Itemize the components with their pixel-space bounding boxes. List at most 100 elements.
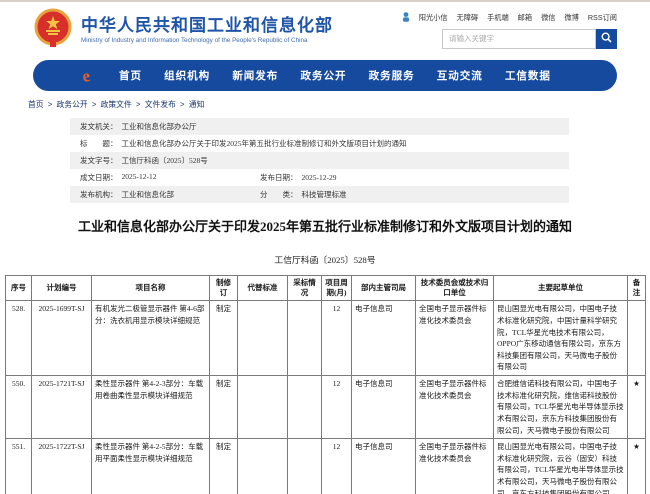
col-header-adoption: 采标情况 (288, 276, 322, 301)
breadcrumb-policy-docs[interactable]: 政策文件 (101, 100, 132, 109)
miit-e-logo-icon: e (75, 65, 97, 87)
quick-link-mobile[interactable]: 手机端 (487, 13, 509, 23)
cell-department: 电子信息司 (352, 439, 416, 494)
table-row: 551. 2025-1722T-SJ 柔性显示器件 第4-2-5部分：车载用平面… (6, 439, 646, 494)
col-header-drafters: 主要起草单位 (494, 276, 628, 301)
breadcrumb-doc-release[interactable]: 文件发布 (145, 100, 176, 109)
col-header-replaced-standard: 代替标准 (238, 276, 288, 301)
col-header-department: 部内主管司局 (352, 276, 416, 301)
cell-drafters: 合肥维信诺科技有限公司，中国电子技术标准化研究院，维信诺科技股份有限公司，TCL… (494, 376, 628, 439)
nav-item-miit-data[interactable]: 工信数据 (505, 68, 551, 83)
doc-meta-table: 发文机关： 工业和信息化部办公厅 标 题： 工业和信息化部办公厅关于印发2025… (70, 118, 569, 203)
nav-items: 首页 组织机构 新闻发布 政务公开 政务服务 互动交流 工信数据 (97, 68, 599, 83)
meta-value: 科技管理标准 (302, 189, 347, 200)
quick-link-weibo[interactable]: 微博 (564, 13, 578, 23)
nav-item-organization[interactable]: 组织机构 (164, 68, 210, 83)
meta-value: 工信厅科函〔2025〕528号 (122, 155, 208, 166)
cell-remark: ★ (628, 439, 646, 494)
quick-link-wechat[interactable]: 微信 (541, 13, 555, 23)
col-header-committee: 技术委员会或技术归口单位 (416, 276, 494, 301)
cell-drafters: 昆山国显光电有限公司，中国电子技术标准化研究院，云谷（固安）科技有限公司，TCL… (494, 439, 628, 494)
col-header-seq: 序号 (6, 276, 32, 301)
site-subtitle: Ministry of Industry and Information Tec… (81, 37, 333, 44)
nav-item-gov-affairs[interactable]: 政务公开 (300, 68, 346, 83)
cell-remark: ★ (628, 376, 646, 439)
mascot-icon (402, 12, 410, 24)
breadcrumb-separator: > (92, 100, 97, 109)
cell-period: 12 (322, 439, 352, 494)
meta-value: 工业和信息化部办公厅 (122, 121, 197, 132)
cell-committee: 全国电子显示器件标准化技术委员会 (416, 301, 494, 376)
nav-item-news[interactable]: 新闻发布 (232, 68, 278, 83)
document-title: 工业和信息化部办公厅关于印发2025年第五批行业标准制修订和外文版项目计划的通知 (25, 217, 625, 236)
cell-period: 12 (322, 376, 352, 439)
cell-department: 电子信息司 (352, 301, 416, 376)
breadcrumb-separator: > (136, 100, 141, 109)
quick-link-sunshine[interactable]: 阳光小信 (419, 13, 448, 23)
cell-type: 制定 (210, 301, 238, 376)
meta-label: 成文日期： (80, 172, 118, 183)
breadcrumb-gov-affairs[interactable]: 政务公开 (57, 100, 88, 109)
table-row: 528. 2025-1699T-SJ 有机发光二极管显示器件 第4-6部分：洗衣… (6, 301, 646, 376)
breadcrumb-separator: > (48, 100, 53, 109)
document-area: 发文机关： 工业和信息化部办公厅 标 题： 工业和信息化部办公厅关于印发2025… (0, 118, 650, 494)
cell-plan-no: 2025-1721T-SJ (32, 376, 92, 439)
search-icon (601, 31, 612, 46)
meta-row-publisher-category: 发布机构： 工业和信息化部 分 类： 科技管理标准 (70, 186, 569, 203)
search-button[interactable] (596, 29, 617, 49)
cell-type: 制定 (210, 376, 238, 439)
nav-item-gov-services[interactable]: 政务服务 (369, 68, 415, 83)
meta-row-title: 标 题： 工业和信息化部办公厅关于印发2025年第五批行业标准制修订和外文版项目… (70, 135, 569, 152)
cell-seq: 550. (6, 376, 32, 439)
breadcrumb-notice[interactable]: 通知 (189, 100, 205, 109)
meta-row-doc-number: 发文字号： 工信厅科函〔2025〕528号 (70, 152, 569, 169)
standard-plan-table: 序号 计划编号 项目名称 制修订 代替标准 采标情况 项目周期(月) 部内主管司… (5, 275, 646, 494)
meta-value: 2025-12-12 (122, 172, 157, 183)
cell-type: 制定 (210, 439, 238, 494)
nav-item-interaction[interactable]: 互动交流 (437, 68, 483, 83)
cell-replaced-standard (238, 376, 288, 439)
search-input[interactable] (442, 29, 596, 49)
table-header-row: 序号 计划编号 项目名称 制修订 代替标准 采标情况 项目周期(月) 部内主管司… (6, 276, 646, 301)
col-header-type: 制修订 (210, 276, 238, 301)
cell-committee: 全国电子显示器件标准化技术委员会 (416, 376, 494, 439)
cell-project-name: 有机发光二极管显示器件 第4-6部分：洗衣机用显示模块详细规范 (92, 301, 210, 376)
svg-text:e: e (80, 65, 92, 85)
col-header-plan-no: 计划编号 (32, 276, 92, 301)
cell-department: 电子信息司 (352, 376, 416, 439)
meta-row-issuing-office: 发文机关： 工业和信息化部办公厅 (70, 118, 569, 135)
cell-seq: 528. (6, 301, 32, 376)
cell-project-name: 柔性显示器件 第4-2-3部分：车载用卷曲柔性显示模块详细规范 (92, 376, 210, 439)
site-header: 中华人民共和国工业和信息化部 Ministry of Industry and … (0, 2, 650, 56)
cell-adoption (288, 439, 322, 494)
brand-titles: 中华人民共和国工业和信息化部 Ministry of Industry and … (81, 16, 333, 45)
quick-links: 阳光小信 无障碍 手机端 邮箱 微信 微博 RSS订阅 (402, 12, 617, 24)
cell-adoption (288, 301, 322, 376)
meta-label: 发布机构： (80, 189, 118, 200)
meta-label: 标 题： (80, 138, 118, 149)
national-emblem-icon (33, 8, 73, 53)
breadcrumb-home[interactable]: 首页 (28, 100, 44, 109)
meta-value: 工业和信息化部 (122, 189, 175, 200)
col-header-remark: 备注 (628, 276, 646, 301)
meta-label: 发文字号： (80, 155, 118, 166)
quick-link-accessibility[interactable]: 无障碍 (457, 13, 479, 23)
col-header-project-name: 项目名称 (92, 276, 210, 301)
meta-label: 发布日期： (260, 172, 298, 183)
meta-value: 工业和信息化部办公厅关于印发2025年第五批行业标准制修订和外文版项目计划的通知 (122, 138, 407, 149)
header-right: 阳光小信 无障碍 手机端 邮箱 微信 微博 RSS订阅 (402, 12, 617, 49)
cell-adoption (288, 376, 322, 439)
cell-project-name: 柔性显示器件 第4-2-5部分：车载用平面柔性显示模块详细规范 (92, 439, 210, 494)
quick-link-rss[interactable]: RSS订阅 (588, 13, 617, 23)
nav-item-home[interactable]: 首页 (119, 68, 142, 83)
cell-committee: 全国电子显示器件标准化技术委员会 (416, 439, 494, 494)
breadcrumb: 首页 > 政务公开 > 政策文件 > 文件发布 > 通知 (28, 99, 617, 110)
main-nav: e 首页 组织机构 新闻发布 政务公开 政务服务 互动交流 工信数据 (33, 60, 617, 91)
table-row: 550. 2025-1721T-SJ 柔性显示器件 第4-2-3部分：车载用卷曲… (6, 376, 646, 439)
quick-link-mail[interactable]: 邮箱 (518, 13, 532, 23)
cell-seq: 551. (6, 439, 32, 494)
cell-replaced-standard (238, 301, 288, 376)
meta-row-dates: 成文日期： 2025-12-12 发布日期： 2025-12-29 (70, 169, 569, 186)
col-header-period: 项目周期(月) (322, 276, 352, 301)
cell-period: 12 (322, 301, 352, 376)
